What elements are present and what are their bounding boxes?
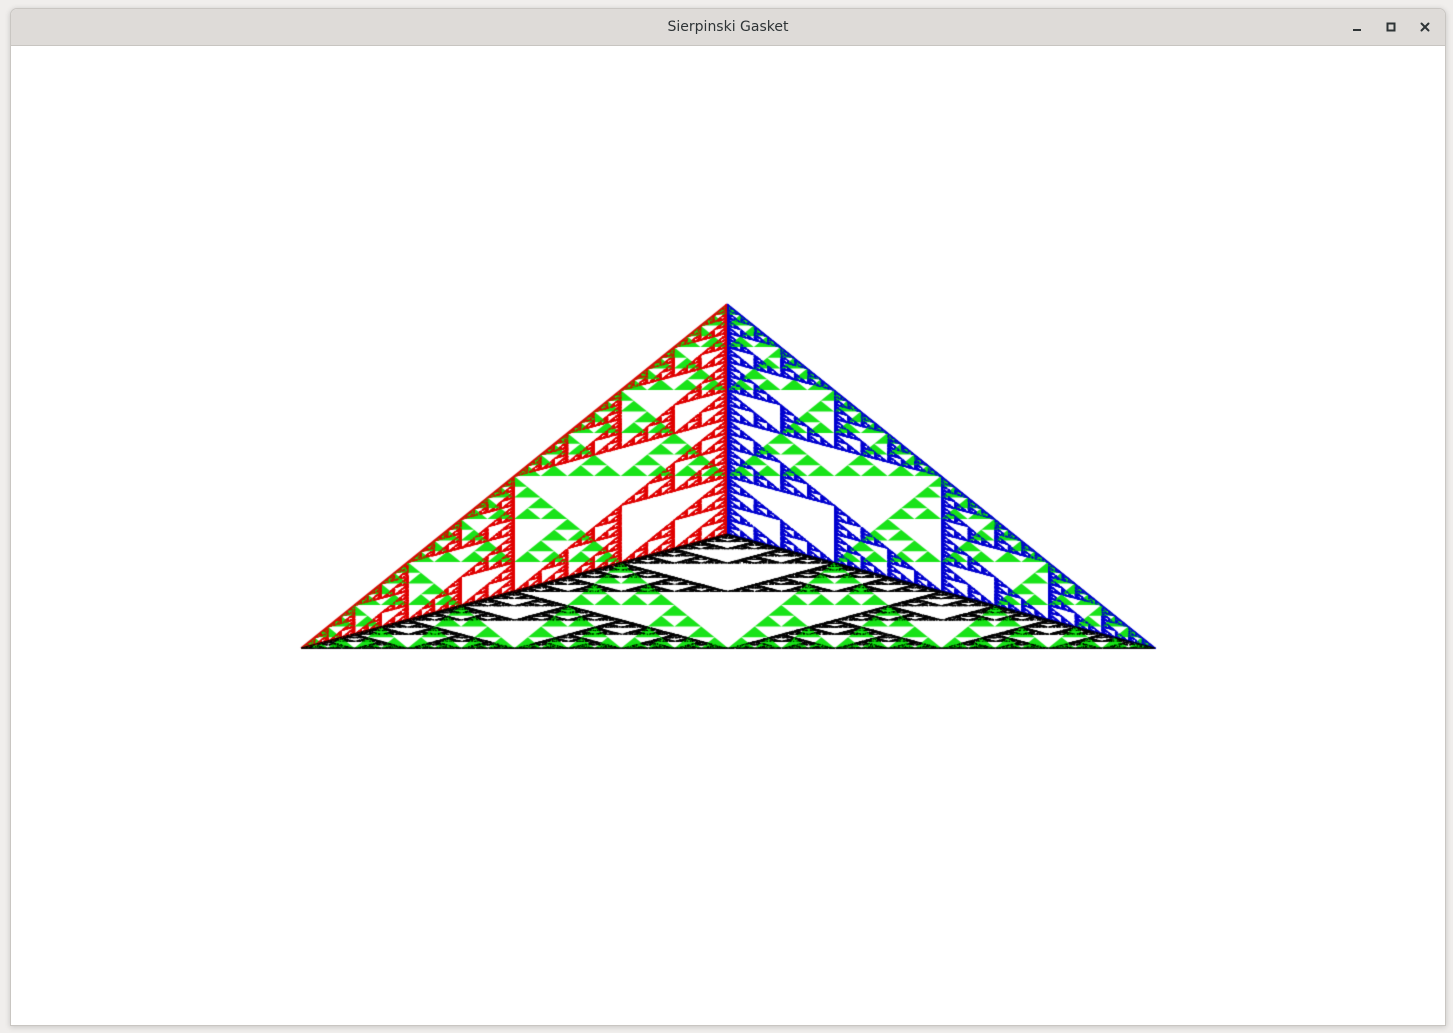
close-icon bbox=[1419, 21, 1431, 33]
close-button[interactable] bbox=[1411, 13, 1439, 41]
minimize-icon bbox=[1351, 21, 1363, 33]
drawing-area bbox=[11, 46, 1445, 1025]
window-title: Sierpinski Gasket bbox=[11, 9, 1445, 45]
maximize-button[interactable] bbox=[1377, 13, 1405, 41]
maximize-icon bbox=[1385, 21, 1397, 33]
window-controls bbox=[1343, 13, 1439, 41]
title-bar[interactable]: Sierpinski Gasket bbox=[11, 9, 1445, 46]
minimize-button[interactable] bbox=[1343, 13, 1371, 41]
app-window: Sierpinski Gasket bbox=[10, 8, 1446, 1026]
sierpinski-gasket-canvas bbox=[11, 46, 1445, 1024]
